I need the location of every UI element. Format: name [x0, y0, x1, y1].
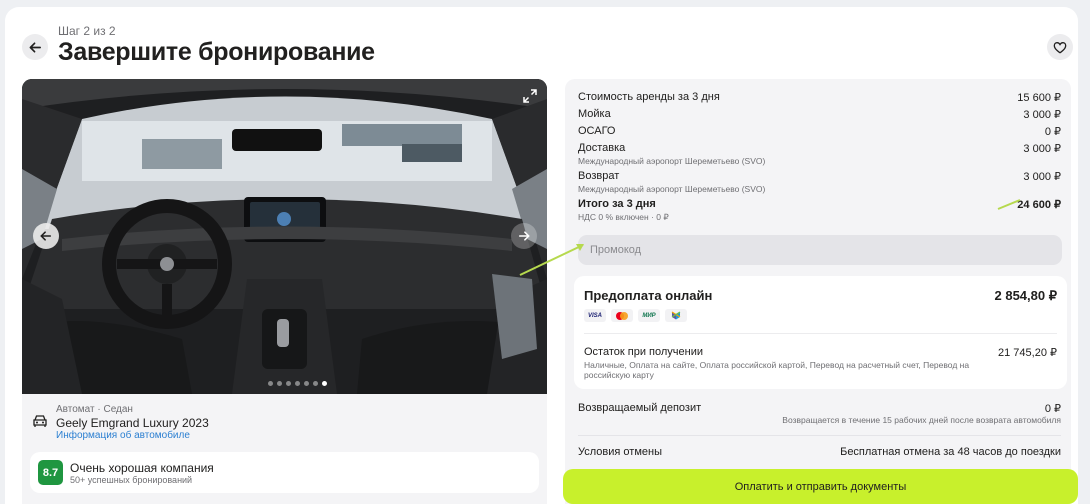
- divider: [578, 435, 1061, 436]
- car-icon: [33, 415, 47, 427]
- arrow-left-icon: [29, 41, 41, 53]
- arrow-right-icon: [518, 231, 530, 241]
- company-rating-badge: 8.7: [38, 460, 63, 485]
- payment-methods: VISA МИР: [584, 309, 687, 322]
- total-row: Итого за 3 дня 24 600 ₽ НДС 0 % включен …: [578, 198, 1061, 224]
- cost-sublabel: Международный аэропорт Шереметьево (SVO): [578, 156, 766, 166]
- cost-row-return: Возврат 3 000 ₽ Международный аэропорт Ш…: [578, 170, 1061, 196]
- car-info-link[interactable]: Информация об автомобиле: [56, 430, 190, 441]
- car-interior-photo: [22, 79, 547, 394]
- cost-label: Мойка: [578, 108, 611, 120]
- gallery-dot[interactable]: [286, 381, 291, 386]
- car-meta: Автомат · Седан: [56, 404, 133, 415]
- total-label: Итого за 3 дня: [578, 198, 656, 210]
- remainder-label: Остаток при получении: [584, 346, 703, 358]
- price-summary: Стоимость аренды за 3 дня 15 600 ₽ Мойка…: [565, 79, 1071, 504]
- sbp-icon: [665, 309, 687, 322]
- deposit-label: Возвращаемый депозит: [578, 402, 702, 414]
- pay-and-submit-button[interactable]: Оплатить и отправить документы: [563, 469, 1078, 504]
- gallery-dot[interactable]: [268, 381, 273, 386]
- cost-row-rent: Стоимость аренды за 3 дня 15 600 ₽: [578, 91, 1061, 105]
- page-title: Завершите бронирование: [58, 38, 375, 66]
- cost-row-wash: Мойка 3 000 ₽: [578, 108, 1061, 122]
- prepay-amount: 2 854,80 ₽: [994, 288, 1058, 303]
- car-info: Автомат · Седан Geely Emgrand Luxury 202…: [22, 394, 547, 504]
- gallery-prev-button[interactable]: [33, 223, 59, 249]
- gallery-dot[interactable]: [277, 381, 282, 386]
- car-name: Geely Emgrand Luxury 2023: [56, 416, 209, 430]
- cost-value: 0 ₽: [1044, 126, 1061, 138]
- cost-value: 3 000 ₽: [1023, 143, 1061, 155]
- cost-row-insurance: ОСАГО 0 ₽: [578, 125, 1061, 139]
- total-value: 24 600 ₽: [1017, 199, 1061, 211]
- cost-label: Возврат: [578, 170, 620, 182]
- gallery-dot[interactable]: [322, 381, 327, 386]
- deposit-note: Возвращается в течение 15 рабочих дней п…: [782, 415, 1061, 425]
- prepay-card: Предоплата онлайн 2 854,80 ₽ VISA МИР Ос…: [574, 276, 1067, 389]
- favorite-button[interactable]: [1047, 34, 1073, 60]
- cancellation-label: Условия отмены: [578, 446, 662, 458]
- gallery-dots: [268, 381, 327, 386]
- gallery-dot[interactable]: [313, 381, 318, 386]
- cancellation-value: Бесплатная отмена за 48 часов до поездки: [840, 446, 1061, 458]
- gallery-dot[interactable]: [304, 381, 309, 386]
- back-button[interactable]: [22, 34, 48, 60]
- visa-icon: VISA: [584, 309, 606, 322]
- arrow-left-icon: [40, 231, 52, 241]
- heart-icon: [1053, 41, 1067, 54]
- cost-value: 3 000 ₽: [1023, 171, 1061, 183]
- remainder-methods: Наличные, Оплата на сайте, Оплата россий…: [584, 360, 970, 380]
- remainder-value: 21 745,20 ₽: [998, 347, 1057, 359]
- booking-page: Шаг 2 из 2 Завершите бронирование Автома…: [5, 7, 1078, 504]
- mastercard-icon: [611, 309, 633, 322]
- mir-icon: МИР: [638, 309, 660, 322]
- cost-value: 3 000 ₽: [1023, 109, 1061, 121]
- cost-label: ОСАГО: [578, 125, 616, 137]
- car-photo-gallery[interactable]: [22, 79, 547, 394]
- gallery-dot[interactable]: [295, 381, 300, 386]
- cost-label: Стоимость аренды за 3 дня: [578, 91, 720, 103]
- divider: [584, 333, 1057, 334]
- deposit-value: 0 ₽: [1044, 403, 1061, 415]
- step-indicator: Шаг 2 из 2: [58, 24, 116, 38]
- company-subtitle: 50+ успешных бронирований: [70, 475, 193, 485]
- cost-sublabel: Международный аэропорт Шереметьево (SVO): [578, 184, 766, 194]
- cost-row-delivery: Доставка 3 000 ₽ Международный аэропорт …: [578, 142, 1061, 168]
- company-name: Очень хорошая компания: [70, 461, 214, 475]
- promo-code-input[interactable]: [578, 235, 1062, 265]
- cost-label: Доставка: [578, 142, 626, 154]
- expand-icon[interactable]: [523, 89, 537, 103]
- total-vat: НДС 0 % включен · 0 ₽: [578, 212, 669, 222]
- prepay-title: Предоплата онлайн: [584, 288, 713, 303]
- gallery-next-button[interactable]: [511, 223, 537, 249]
- cost-value: 15 600 ₽: [1017, 92, 1061, 104]
- company-card[interactable]: 8.7 Очень хорошая компания 50+ успешных …: [30, 452, 539, 493]
